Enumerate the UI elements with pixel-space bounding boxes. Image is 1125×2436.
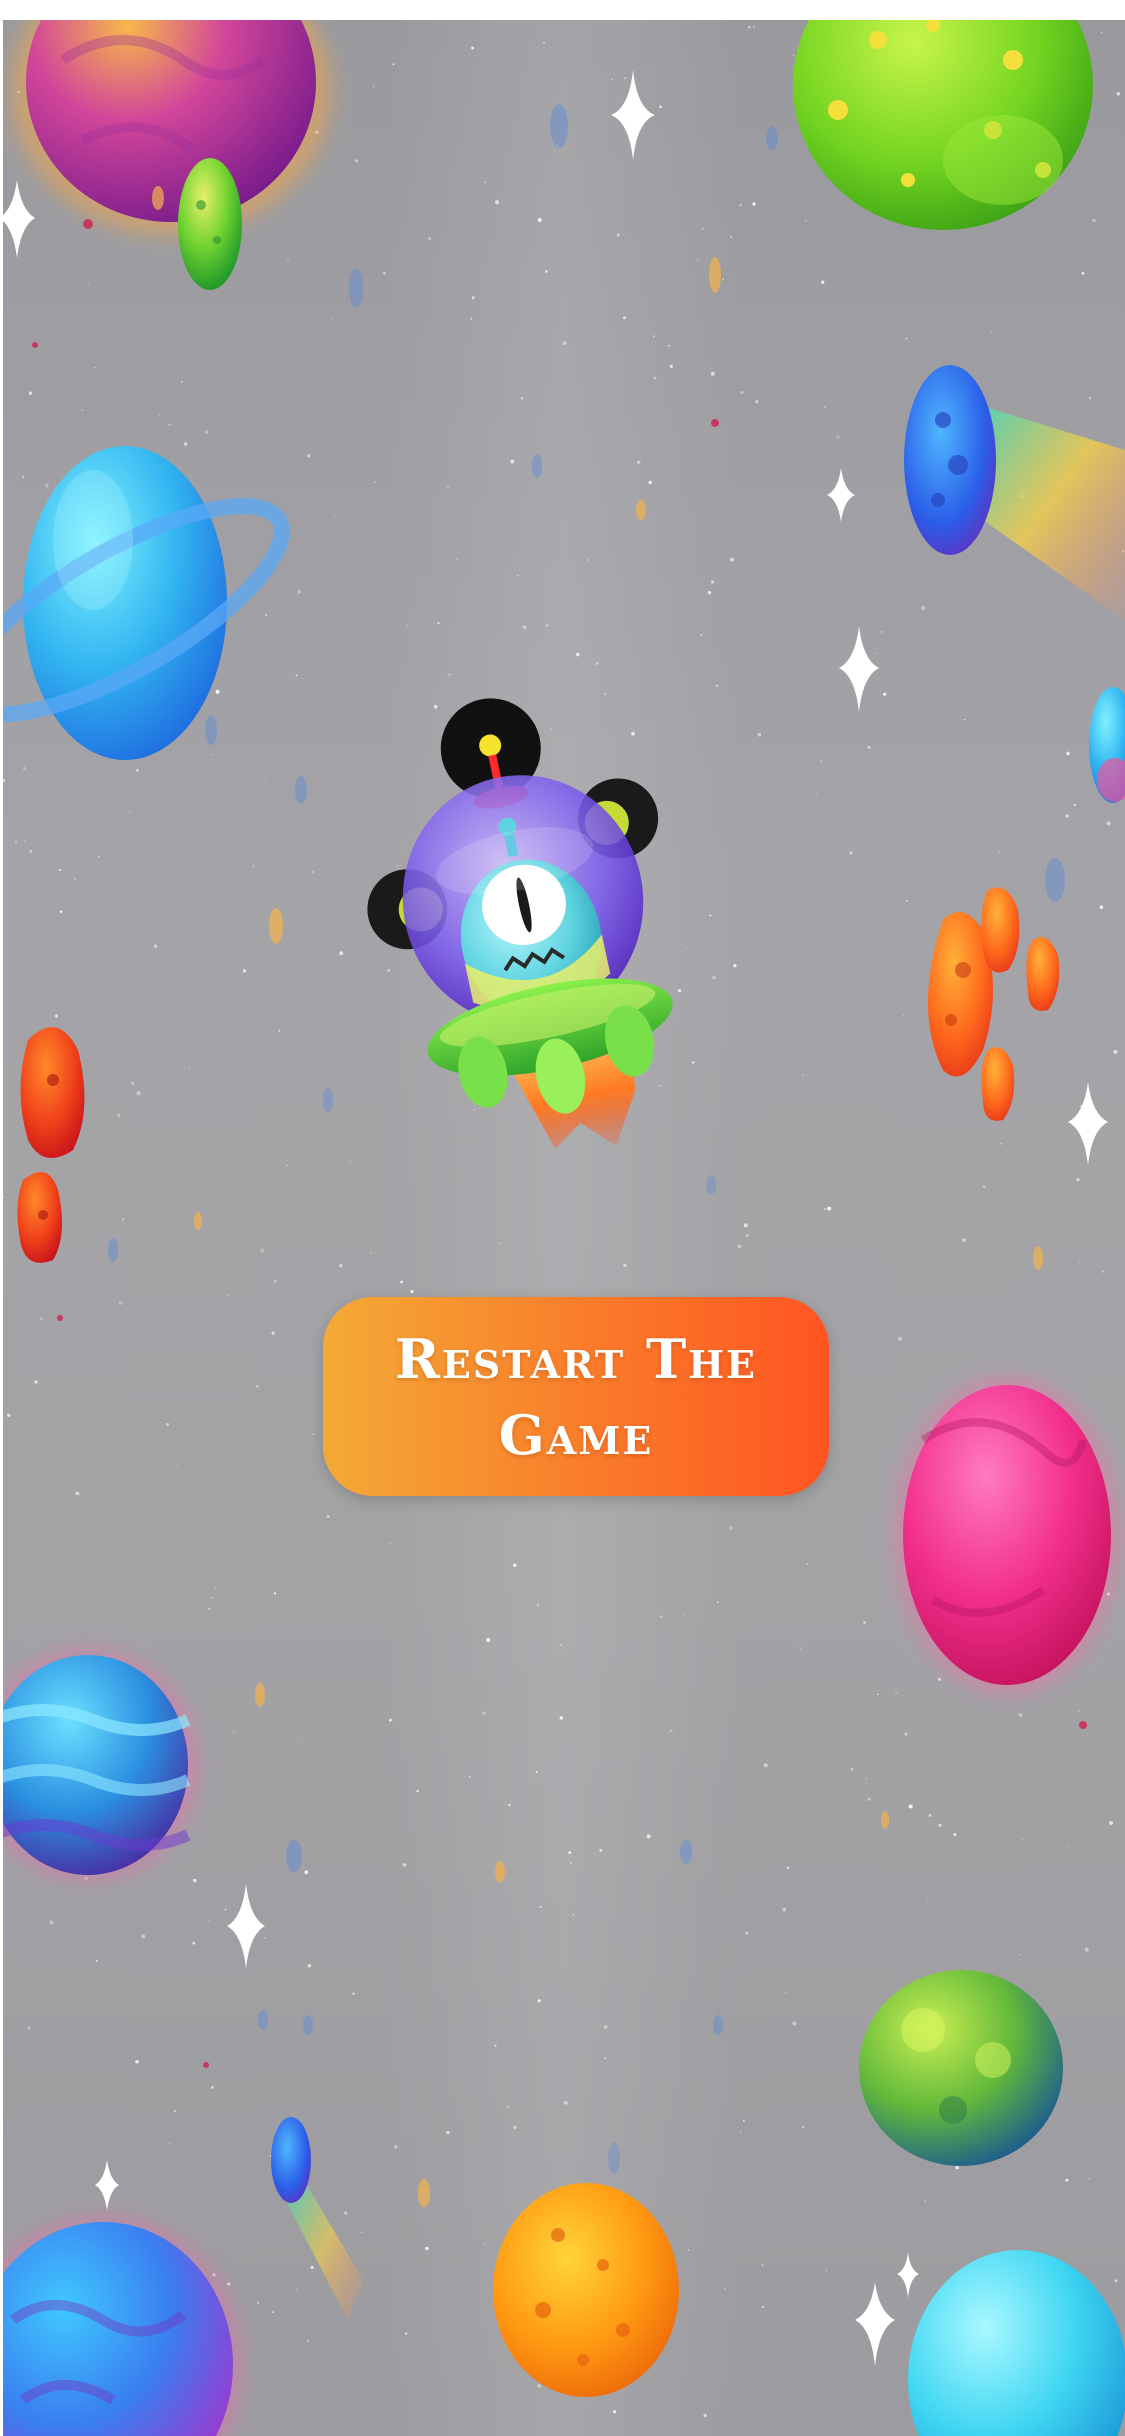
alien-ufo-rocket-icon bbox=[367, 698, 673, 1149]
game-screen: Restart The Game bbox=[3, 20, 1125, 2436]
restart-game-button[interactable]: Restart The Game bbox=[323, 1297, 829, 1496]
restart-game-button-label: Restart The Game bbox=[394, 1326, 757, 1467]
